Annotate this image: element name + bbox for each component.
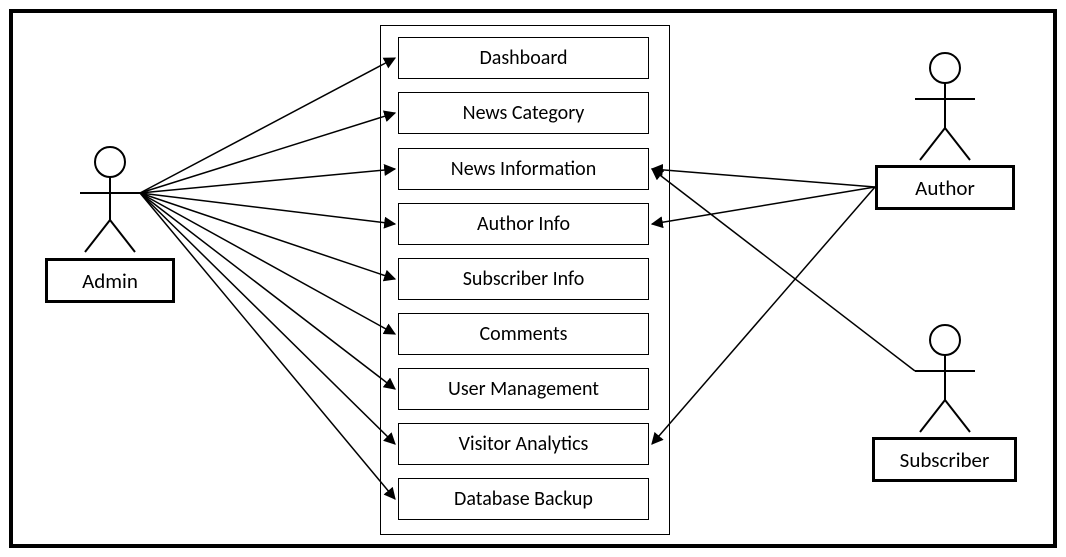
usecase-database-backup: Database Backup	[398, 478, 649, 520]
usecase-author-info: Author Info	[398, 203, 649, 245]
usecase-dashboard: Dashboard	[398, 37, 649, 79]
usecase-news-category: News Category	[398, 92, 649, 134]
usecase-comments: Comments	[398, 313, 649, 355]
usecase-user-management: User Management	[398, 368, 649, 410]
actor-author-label: Author	[875, 165, 1015, 210]
diagram-stage: Dashboard News Category News Information…	[0, 0, 1066, 557]
usecase-visitor-analytics: Visitor Analytics	[398, 423, 649, 465]
usecase-subscriber-info: Subscriber Info	[398, 258, 649, 300]
actor-subscriber-label: Subscriber	[872, 437, 1017, 482]
usecase-news-information: News Information	[398, 148, 649, 190]
actor-admin-label: Admin	[45, 258, 175, 303]
